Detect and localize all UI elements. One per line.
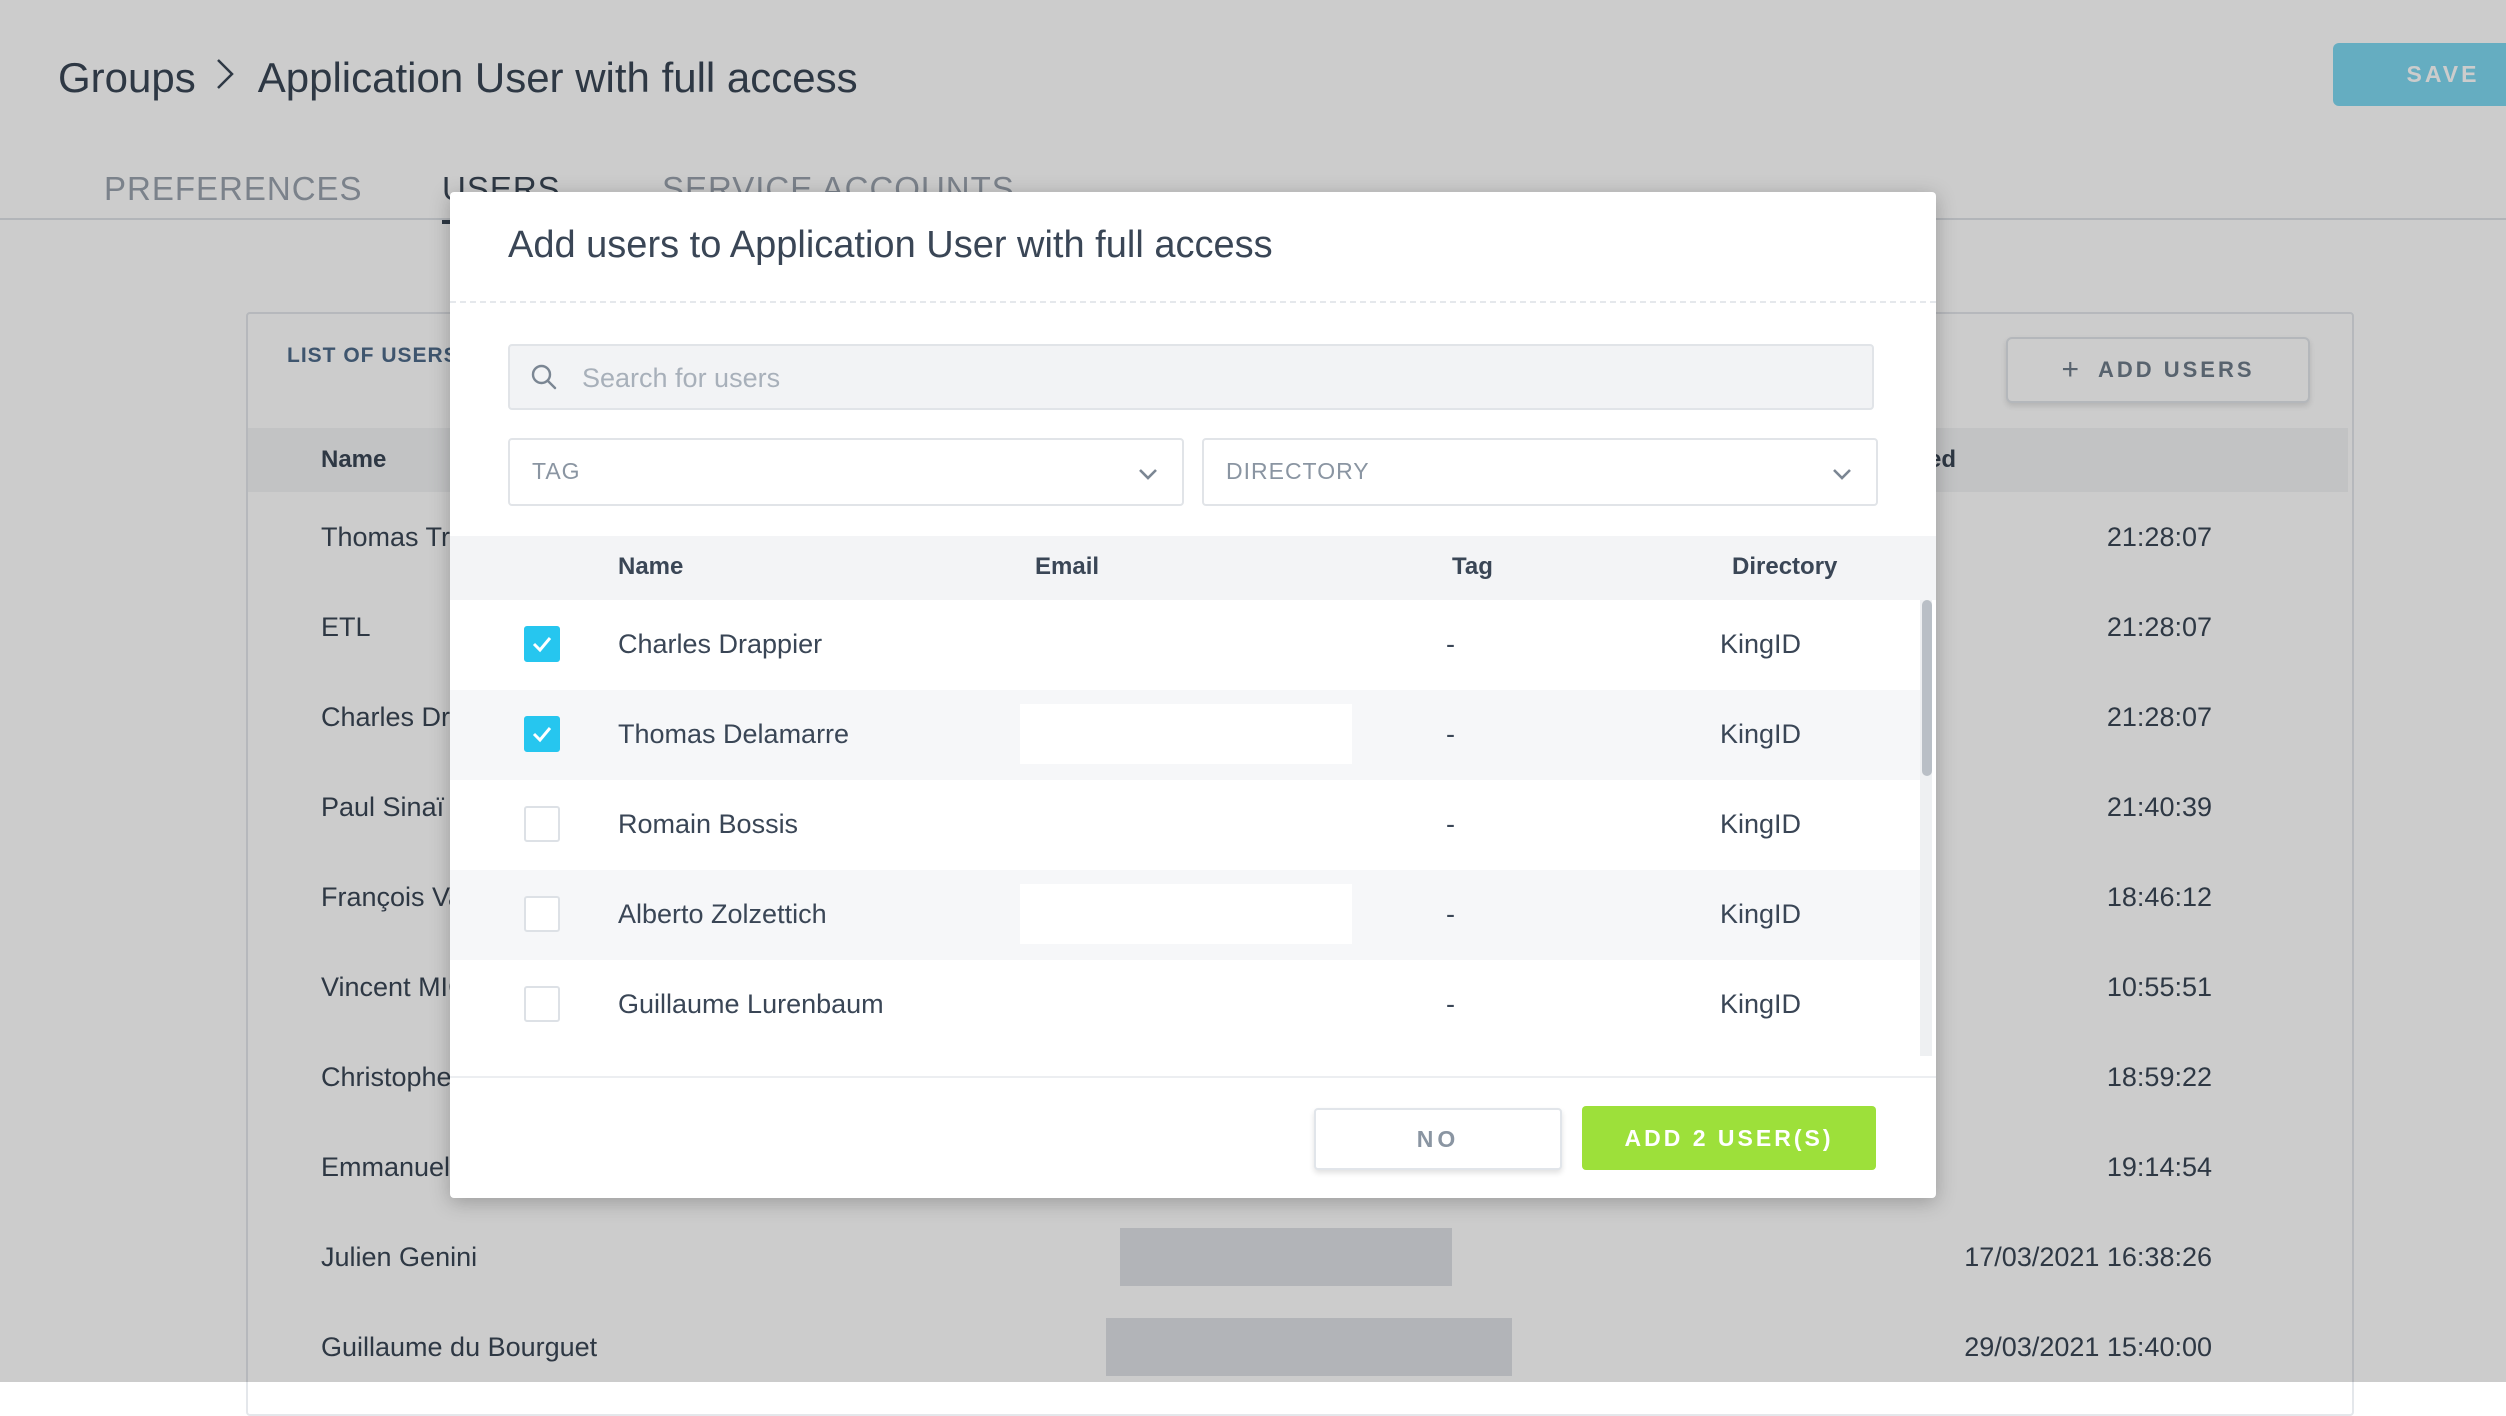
column-header-tag: Tag [1452,553,1493,580]
user-name: Thomas Delamarre [618,719,850,749]
divider [450,301,1936,303]
column-header-directory: Directory [1732,553,1838,580]
chevron-down-icon [1139,469,1157,480]
redacted-email [1020,884,1352,944]
user-directory: KingID [1720,629,1802,659]
user-tag: - [1446,719,1455,749]
row-checkbox[interactable] [524,716,560,752]
user-directory: KingID [1720,809,1802,839]
table-row[interactable]: Alberto Zolzettich - KingID [450,870,1920,960]
cancel-button[interactable]: NO [1314,1108,1562,1170]
chevron-down-icon [1833,469,1851,480]
row-checkbox[interactable] [524,986,560,1022]
user-tag: - [1446,809,1455,839]
table-row[interactable]: Thomas Delamarre - KingID [450,690,1920,780]
user-directory: KingID [1720,989,1802,1019]
user-tag: - [1446,629,1455,659]
search-box [508,344,1874,410]
user-name: Alberto Zolzettich [618,899,827,929]
divider [450,1076,1936,1078]
dialog-title: Add users to Application User with full … [508,224,1273,266]
scrollbar-thumb[interactable] [1922,600,1932,776]
row-checkbox[interactable] [524,626,560,662]
directory-dropdown-label: DIRECTORY [1226,458,1370,484]
add-users-dialog: Add users to Application User with full … [450,192,1936,1198]
tag-dropdown-label: TAG [532,458,581,484]
table-row[interactable]: Romain Bossis - KingID [450,780,1920,870]
table-row[interactable]: Guillaume Lurenbaum - KingID [450,960,1920,1050]
check-icon [532,637,552,653]
row-checkbox[interactable] [524,806,560,842]
user-name: Guillaume Lurenbaum [618,989,884,1019]
row-checkbox[interactable] [524,896,560,932]
user-directory: KingID [1720,719,1802,749]
column-header-email: Email [1035,553,1100,580]
column-header-name: Name [618,553,684,580]
redacted-email [1020,704,1352,764]
dialog-table-header: Name Email Tag Directory [450,536,1936,600]
add-selected-users-button[interactable]: ADD 2 USER(S) [1582,1106,1876,1170]
directory-dropdown[interactable]: DIRECTORY [1202,438,1878,506]
search-icon [531,364,557,390]
tag-dropdown[interactable]: TAG [508,438,1184,506]
table-row[interactable]: Charles Drappier - KingID [450,600,1920,690]
user-name: Charles Drappier [618,629,823,659]
user-directory: KingID [1720,899,1802,929]
user-tag: - [1446,989,1455,1019]
user-tag: - [1446,899,1455,929]
user-name: Romain Bossis [618,809,799,839]
check-icon [532,727,552,743]
search-input[interactable] [580,346,1784,410]
